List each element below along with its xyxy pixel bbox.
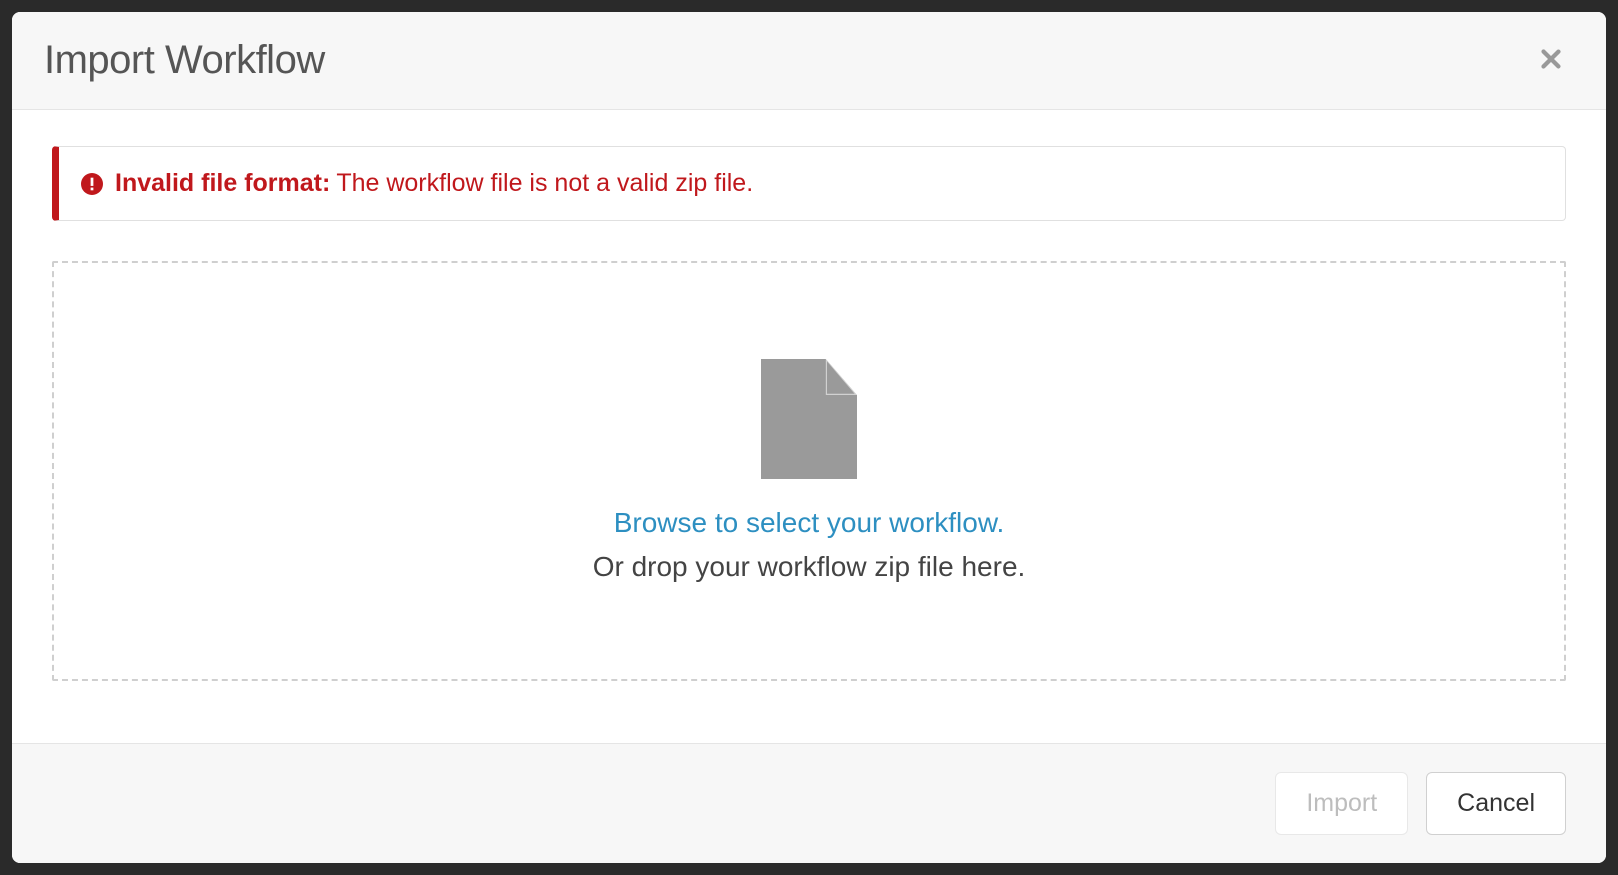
file-icon <box>759 359 859 479</box>
drop-instruction: Or drop your workflow zip file here. <box>593 551 1026 583</box>
cancel-button[interactable]: Cancel <box>1426 772 1566 835</box>
error-message: The workflow file is not a valid zip fil… <box>336 169 753 198</box>
modal-title: Import Workflow <box>44 38 325 83</box>
error-title: Invalid file format: <box>115 169 330 198</box>
close-button[interactable] <box>1528 36 1574 85</box>
file-dropzone[interactable]: Browse to select your workflow. Or drop … <box>52 261 1566 681</box>
close-icon <box>1534 42 1568 79</box>
modal-header: Import Workflow <box>12 12 1606 110</box>
error-alert: Invalid file format: The workflow file i… <box>52 146 1566 221</box>
import-workflow-modal: Import Workflow Invalid file format: The… <box>12 12 1606 863</box>
modal-footer: Import Cancel <box>12 743 1606 863</box>
exclamation-circle-icon <box>81 173 103 195</box>
browse-link[interactable]: Browse to select your workflow. <box>614 507 1005 539</box>
modal-body: Invalid file format: The workflow file i… <box>12 110 1606 743</box>
import-button[interactable]: Import <box>1275 772 1408 835</box>
